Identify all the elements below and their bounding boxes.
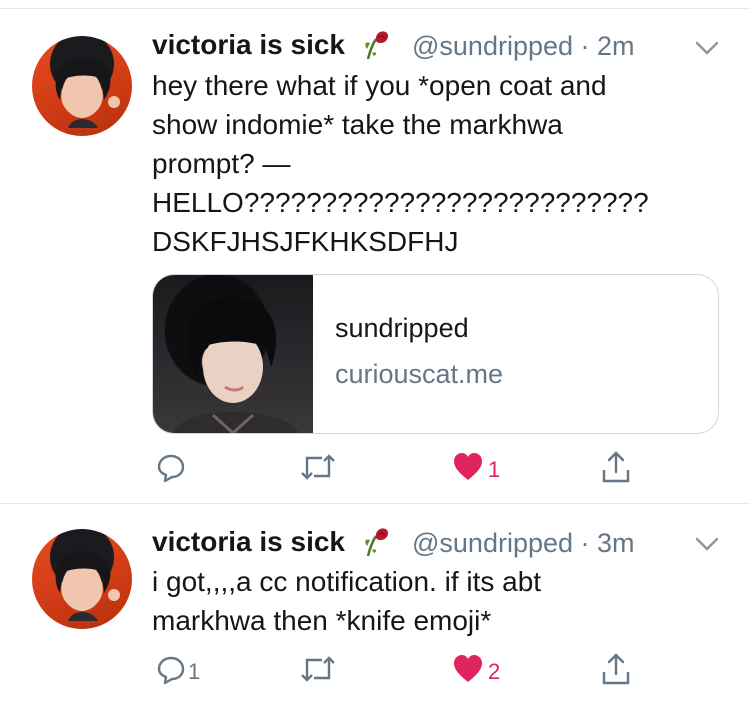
- handle[interactable]: @sundripped · 3m: [412, 528, 635, 559]
- chevron-down-icon[interactable]: [695, 40, 719, 56]
- like-icon[interactable]: [452, 452, 484, 482]
- tweet-text-line: DSKFJHSJFKHKSDFHJ: [152, 226, 459, 257]
- share-icon[interactable]: [601, 450, 631, 484]
- tweet-text-line: markhwa then *knife emoji*: [152, 605, 492, 636]
- link-card-domain: curiouscat.me: [335, 359, 504, 389]
- wilted-rose-icon: [365, 528, 389, 557]
- avatar[interactable]: [32, 529, 132, 629]
- reply-count: 1: [188, 659, 201, 684]
- handle-text[interactable]: @sundripped: [412, 528, 573, 558]
- link-card[interactable]: sundripped curiouscat.me: [152, 274, 719, 434]
- chevron-down-icon[interactable]: [695, 536, 719, 552]
- display-name[interactable]: victoria is sick: [152, 29, 345, 61]
- like-count: 1: [488, 457, 501, 482]
- display-name[interactable]: victoria is sick: [152, 526, 345, 558]
- tweet-text: hey there what if you *open coat and sho…: [152, 66, 737, 261]
- timestamp[interactable]: · 2m: [581, 31, 635, 61]
- like-icon[interactable]: [452, 654, 484, 684]
- tweet-text-line: prompt? —: [152, 148, 291, 179]
- tweet-text-line: show indomie* take the markhwa: [152, 109, 563, 140]
- avatar[interactable]: [32, 36, 132, 136]
- tweet-text-line: hey there what if you *open coat and: [152, 70, 607, 101]
- handle[interactable]: @sundripped · 2m: [412, 31, 635, 62]
- retweet-icon[interactable]: [300, 654, 336, 684]
- tweet-1[interactable]: victoria is sick @sundripped · 2m hey th…: [0, 0, 750, 503]
- link-card-thumbnail: [153, 275, 313, 433]
- handle-text[interactable]: @sundripped: [412, 31, 573, 61]
- reply-icon[interactable]: [156, 453, 186, 483]
- reply-icon[interactable]: [156, 655, 186, 685]
- timestamp[interactable]: · 3m: [581, 528, 635, 558]
- tweet-text-line: HELLO??????????????????????????: [152, 187, 649, 218]
- wilted-rose-icon: [365, 31, 389, 60]
- share-icon[interactable]: [601, 652, 631, 686]
- link-card-title: sundripped: [335, 313, 469, 343]
- like-count: 2: [488, 659, 501, 684]
- tweet-text-line: i got,,,,a cc notification. if its abt: [152, 566, 542, 597]
- tweet-2[interactable]: victoria is sick @sundripped · 3m i got,…: [0, 504, 750, 704]
- tweet-text: i got,,,,a cc notification. if its abt m…: [152, 562, 737, 640]
- retweet-icon[interactable]: [300, 452, 336, 482]
